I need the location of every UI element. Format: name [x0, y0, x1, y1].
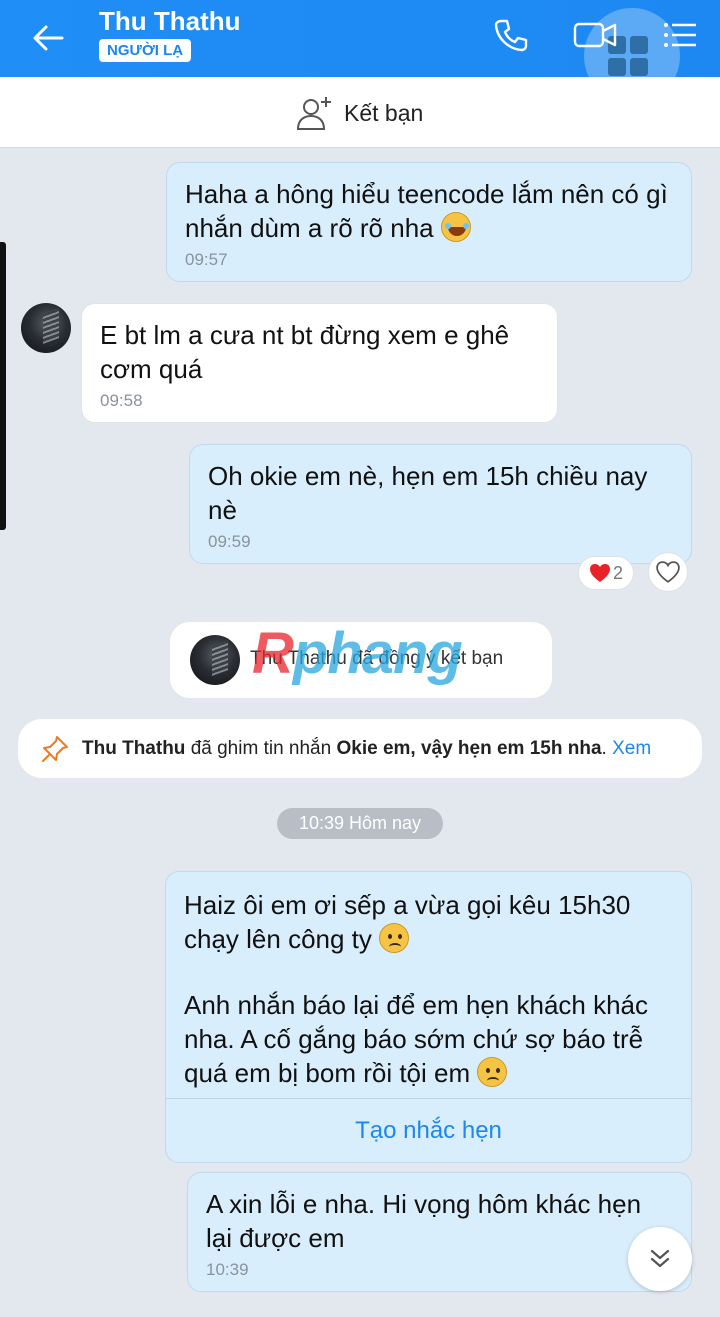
- sad-emoji-icon: [379, 923, 410, 953]
- view-pin-link[interactable]: Xem: [607, 738, 651, 760]
- message-time: 09:58: [100, 391, 143, 410]
- add-friend-bar: Kết bạn: [0, 77, 720, 148]
- message-text: E bt lm a cưa nt bt đừng xem e ghê cơm q…: [100, 320, 510, 384]
- stranger-badge: NGƯỜI LẠ: [99, 39, 192, 62]
- pin-message: Okie em, vậy hẹn em 15h nha: [336, 737, 602, 759]
- contact-avatar[interactable]: [21, 303, 71, 353]
- reaction-count: 2: [612, 562, 623, 583]
- double-chevron-down-icon: [650, 1249, 670, 1268]
- pin-author: Thu Thathu: [82, 737, 186, 759]
- chat-header: Thu Thathu NGƯỜI LẠ: [0, 0, 720, 104]
- video-call-icon[interactable]: [572, 16, 618, 54]
- phone-call-icon[interactable]: [492, 16, 530, 54]
- message-bubble-outgoing[interactable]: A xin lỗi e nha. Hi vọng hôm khác hẹn lạ…: [187, 1172, 692, 1292]
- reaction-summary[interactable]: 2: [578, 556, 634, 590]
- laughing-emoji-icon: [440, 212, 471, 242]
- watermark-logo: Rphang: [252, 621, 463, 686]
- contact-name[interactable]: Thu Thathu: [99, 6, 241, 37]
- message-text: A xin lỗi e nha. Hi vọng hôm khác hẹn lạ…: [206, 1189, 642, 1253]
- message-time: 10:39: [206, 1260, 249, 1279]
- message-time: 09:57: [185, 250, 228, 269]
- message-time: 09:59: [208, 532, 251, 551]
- add-friend-button[interactable]: Kết bạn: [296, 95, 423, 131]
- heart-icon: [589, 564, 610, 582]
- edge-handle: [0, 242, 6, 530]
- add-user-icon: [296, 97, 331, 130]
- scroll-to-bottom-button[interactable]: [628, 1227, 692, 1291]
- menu-icon[interactable]: [660, 16, 700, 54]
- message-bubble-outgoing[interactable]: Oh okie em nè, hẹn em 15h chiều nay nè 0…: [189, 444, 692, 564]
- pin-action: đã ghim tin nhắn: [185, 737, 337, 759]
- message-text: Oh okie em nè, hẹn em 15h chiều nay nè: [208, 461, 648, 525]
- message-bubble-incoming[interactable]: E bt lm a cưa nt bt đừng xem e ghê cơm q…: [81, 303, 558, 423]
- add-friend-label: Kết bạn: [344, 99, 424, 126]
- message-text: Haha a hông hiểu teencode lắm nên có gì …: [185, 179, 668, 243]
- heart-outline-icon: [656, 561, 680, 583]
- create-reminder-button[interactable]: Tạo nhắc hẹn: [166, 1099, 691, 1163]
- pinned-message-bar[interactable]: Thu Thathu đã ghim tin nhắn Okie em, vậy…: [18, 719, 702, 778]
- contact-avatar[interactable]: [190, 635, 240, 685]
- react-button[interactable]: [648, 552, 688, 592]
- message-bubble-outgoing[interactable]: Haiz ôi em ơi sếp a vừa gọi kêu 15h30 ch…: [165, 871, 692, 1163]
- pin-icon: [42, 735, 68, 762]
- message-text: Anh nhắn báo lại để em hẹn khách khác nh…: [184, 990, 649, 1088]
- date-separator: 10:39 Hôm nay: [277, 808, 443, 839]
- back-arrow-icon[interactable]: [28, 18, 68, 58]
- sad-emoji-icon: [477, 1057, 508, 1087]
- message-bubble-outgoing[interactable]: Haha a hông hiểu teencode lắm nên có gì …: [166, 162, 692, 282]
